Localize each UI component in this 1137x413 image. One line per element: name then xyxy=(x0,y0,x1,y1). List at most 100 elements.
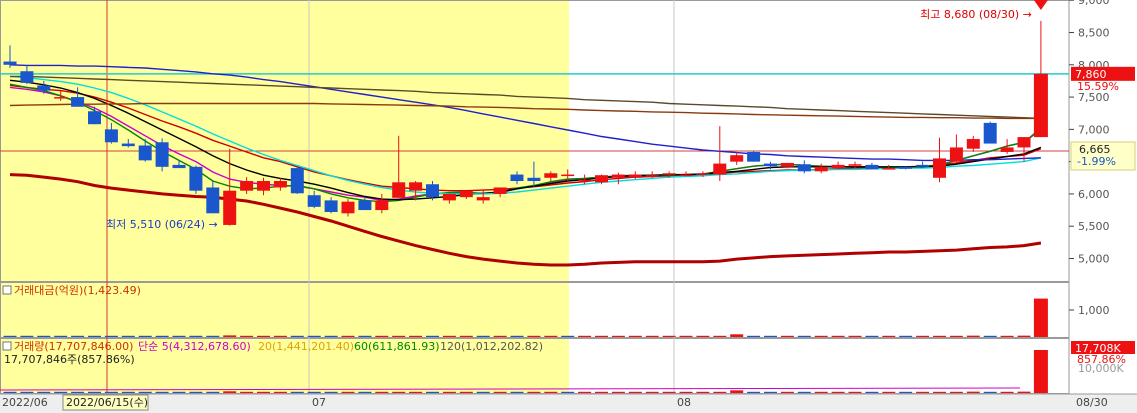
amount-bar xyxy=(54,335,68,337)
volume-bar xyxy=(595,391,608,393)
candle-body xyxy=(121,143,135,147)
amount-bar xyxy=(764,335,777,337)
candle-body xyxy=(848,164,862,166)
reference-price-pct: -1.99% xyxy=(1077,155,1116,168)
volume-bar xyxy=(426,391,439,393)
volume-panel-toggle-icon[interactable] xyxy=(2,341,12,351)
volume-legend-item-3: 60(611,861.93) xyxy=(354,340,440,353)
volume-bar xyxy=(696,391,710,393)
volume-bar xyxy=(409,391,423,393)
candle-body xyxy=(223,190,237,225)
price-axis-tick-label: 7,500 xyxy=(1078,91,1110,104)
candle-body xyxy=(628,174,642,178)
candle-body xyxy=(544,173,558,178)
amount-bar xyxy=(662,335,676,337)
candle-body xyxy=(392,182,406,198)
volume-bar xyxy=(88,391,101,393)
amount-bar xyxy=(290,335,304,337)
candle-body xyxy=(459,190,473,198)
price-axis-tick-label: 8,500 xyxy=(1078,27,1110,40)
volume-bar xyxy=(3,391,17,393)
volume-bar xyxy=(493,391,507,393)
date-label-last: 08/30 xyxy=(1076,396,1108,409)
candle-body xyxy=(713,163,727,175)
candle-body xyxy=(426,184,439,198)
candle-body xyxy=(764,163,777,167)
volume-bar xyxy=(764,391,777,393)
volume-bar xyxy=(324,391,338,393)
candle-body xyxy=(240,181,254,191)
date-label-month: 2022/06 xyxy=(2,396,48,409)
amount-bar xyxy=(257,335,270,337)
candle-body xyxy=(206,187,220,214)
amount-bar xyxy=(1000,335,1014,337)
amount-bar xyxy=(780,335,794,337)
volume-bar xyxy=(240,391,254,393)
amount-bar xyxy=(747,335,761,337)
amount-bar xyxy=(341,335,355,337)
candle-body xyxy=(510,174,524,182)
amount-bar xyxy=(527,335,541,337)
volume-bar xyxy=(375,391,389,393)
price-axis-tick-label: 6,000 xyxy=(1078,188,1110,201)
volume-bar xyxy=(949,391,963,393)
amount-bar xyxy=(966,335,980,337)
volume-legend-item-0: 거래량(17,707,846.00) xyxy=(14,340,133,353)
candle-body xyxy=(983,122,997,144)
stock-chart-window: 5,0005,5006,0006,5007,0007,5008,0008,500… xyxy=(0,0,1137,413)
amount-bar xyxy=(831,335,845,337)
amount-bar xyxy=(493,335,507,337)
last-price-change-pct: 15.59% xyxy=(1077,80,1119,93)
candle-body xyxy=(88,111,101,125)
volume-bar xyxy=(747,391,761,393)
volume-bar xyxy=(37,391,51,393)
volume-bar xyxy=(392,391,406,393)
volume-bar xyxy=(71,391,85,393)
candle-body xyxy=(899,166,913,169)
volume-bar xyxy=(54,391,68,393)
date-label-month: 07 xyxy=(312,396,326,409)
candle-body xyxy=(696,173,710,175)
amount-bar xyxy=(713,335,727,337)
amount-bar xyxy=(730,334,744,337)
amount-bar xyxy=(848,335,862,337)
candle-body xyxy=(138,145,152,161)
amount-bar xyxy=(324,335,338,337)
price-axis-tick-label: 7,000 xyxy=(1078,123,1110,136)
amount-bar xyxy=(578,335,592,337)
volume-bar xyxy=(662,391,676,393)
amount-bar xyxy=(121,335,135,337)
candle-body xyxy=(3,61,17,65)
candle-body xyxy=(155,142,169,167)
high-price-annotation: 최고 8,680 (08/30) → xyxy=(920,8,1032,21)
volume-bar xyxy=(358,391,372,393)
volume-bar xyxy=(257,391,270,393)
candle-body xyxy=(882,168,896,170)
candle-body xyxy=(493,187,507,194)
amount-bar xyxy=(628,335,642,337)
amount-panel-toggle-icon[interactable] xyxy=(2,285,12,295)
volume-bar xyxy=(882,391,896,393)
candle-body xyxy=(747,151,761,162)
volume-bar xyxy=(578,391,592,393)
candle-body xyxy=(290,168,304,194)
candle-body xyxy=(1017,137,1031,148)
amount-bar xyxy=(899,335,913,337)
volume-bar xyxy=(983,391,997,393)
volume-legend-item-4: 120(1,012,202.82) xyxy=(440,340,543,353)
volume-bar xyxy=(189,391,203,393)
candlestick-chart[interactable]: 5,0005,5006,0006,5007,0007,5008,0008,500… xyxy=(0,0,1137,413)
candle-body xyxy=(814,166,828,172)
volume-bar xyxy=(510,391,524,393)
volume-bar xyxy=(899,391,913,393)
amount-bar xyxy=(409,335,423,337)
candle-body xyxy=(1000,147,1014,152)
amount-bar xyxy=(679,335,693,337)
candle-body xyxy=(375,200,389,211)
volume-bar xyxy=(966,391,980,393)
amount-bar xyxy=(71,335,85,337)
volume-bar xyxy=(1033,350,1048,393)
candle-body xyxy=(527,177,541,182)
amount-axis-tick-label: 1,000 xyxy=(1078,304,1110,317)
volume-legend-item-1: 단순 5(4,312,678.60) xyxy=(138,340,251,353)
